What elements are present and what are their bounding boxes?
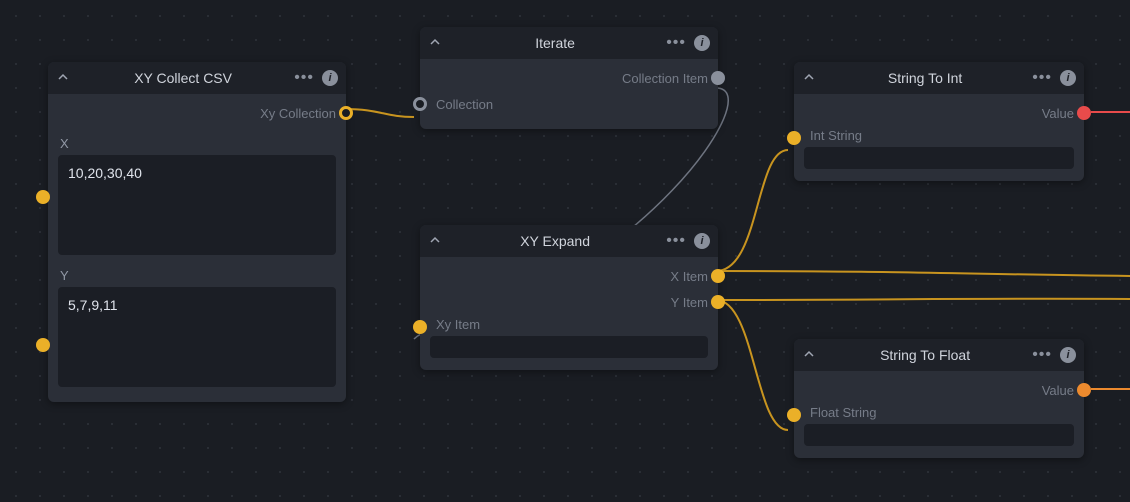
input-float-string[interactable] <box>804 424 1074 446</box>
node-string-to-int[interactable]: String To Int ••• i Value Int String <box>794 62 1084 181</box>
input-y[interactable] <box>58 287 336 387</box>
port-out-x-item[interactable] <box>711 269 725 283</box>
node-header[interactable]: String To Float ••• i <box>794 339 1084 371</box>
input-x[interactable] <box>58 155 336 255</box>
port-row-collection-item: Collection Item <box>430 65 708 91</box>
port-row-x-item: X Item <box>430 263 708 289</box>
menu-icon[interactable]: ••• <box>1032 346 1052 364</box>
port-label: Y Item <box>671 295 708 310</box>
info-icon[interactable]: i <box>1060 70 1076 86</box>
port-label: Xy Collection <box>260 106 336 121</box>
port-row-xy-collection: Xy Collection <box>58 100 336 126</box>
node-body: Xy Collection X Y <box>48 94 346 402</box>
node-xy-collect-csv[interactable]: XY Collect CSV ••• i Xy Collection X Y <box>48 62 346 402</box>
node-string-to-float[interactable]: String To Float ••• i Value Float String <box>794 339 1084 458</box>
port-in-int-string[interactable] <box>787 131 801 145</box>
input-xy-item[interactable] <box>430 336 708 358</box>
port-in-float-string[interactable] <box>787 408 801 422</box>
node-body: Collection Item Collection <box>420 59 718 129</box>
port-label: X Item <box>670 269 708 284</box>
menu-icon[interactable]: ••• <box>666 232 686 250</box>
info-icon[interactable]: i <box>1060 347 1076 363</box>
port-row-int-string: Int String <box>804 126 1074 169</box>
port-label: Value <box>1042 383 1074 398</box>
field-label-y: Y <box>60 268 336 283</box>
node-header[interactable]: XY Expand ••• i <box>420 225 718 257</box>
port-label: Xy Item <box>436 317 480 332</box>
port-row-collection: Collection <box>430 91 708 117</box>
info-icon[interactable]: i <box>322 70 338 86</box>
menu-icon[interactable]: ••• <box>666 34 686 52</box>
input-int-string[interactable] <box>804 147 1074 169</box>
port-row-value: Value <box>804 377 1074 403</box>
info-icon[interactable]: i <box>694 35 710 51</box>
node-title: String To Int <box>826 70 1024 86</box>
port-row-value: Value <box>804 100 1074 126</box>
node-body: X Item Y Item Xy Item <box>420 257 718 370</box>
node-body: Value Float String <box>794 371 1084 458</box>
port-out-value[interactable] <box>1077 106 1091 120</box>
info-icon[interactable]: i <box>694 233 710 249</box>
collapse-icon[interactable] <box>426 34 444 52</box>
port-in-collection[interactable] <box>413 97 427 111</box>
collapse-icon[interactable] <box>800 69 818 87</box>
node-iterate[interactable]: Iterate ••• i Collection Item Collection <box>420 27 718 129</box>
port-label: Value <box>1042 106 1074 121</box>
port-out-xy-collection[interactable] <box>339 106 353 120</box>
node-header[interactable]: XY Collect CSV ••• i <box>48 62 346 94</box>
node-body: Value Int String <box>794 94 1084 181</box>
port-label: Collection <box>436 97 493 112</box>
port-label: Collection Item <box>622 71 708 86</box>
field-label-x: X <box>60 136 336 151</box>
node-title: String To Float <box>826 347 1024 363</box>
node-header[interactable]: Iterate ••• i <box>420 27 718 59</box>
menu-icon[interactable]: ••• <box>294 69 314 87</box>
port-external-x[interactable] <box>36 190 50 204</box>
node-header[interactable]: String To Int ••• i <box>794 62 1084 94</box>
port-external-y[interactable] <box>36 338 50 352</box>
collapse-icon[interactable] <box>426 232 444 250</box>
collapse-icon[interactable] <box>800 346 818 364</box>
port-out-y-item[interactable] <box>711 295 725 309</box>
port-out-value[interactable] <box>1077 383 1091 397</box>
port-row-xy-item: Xy Item <box>430 315 708 358</box>
node-title: Iterate <box>452 35 658 51</box>
node-title: XY Expand <box>452 233 658 249</box>
port-out-collection-item[interactable] <box>711 71 725 85</box>
collapse-icon[interactable] <box>54 69 72 87</box>
node-xy-expand[interactable]: XY Expand ••• i X Item Y Item Xy Item <box>420 225 718 370</box>
port-row-float-string: Float String <box>804 403 1074 446</box>
port-in-xy-item[interactable] <box>413 320 427 334</box>
port-row-y-item: Y Item <box>430 289 708 315</box>
port-label: Int String <box>810 128 862 143</box>
node-title: XY Collect CSV <box>80 70 286 86</box>
menu-icon[interactable]: ••• <box>1032 69 1052 87</box>
port-label: Float String <box>810 405 876 420</box>
